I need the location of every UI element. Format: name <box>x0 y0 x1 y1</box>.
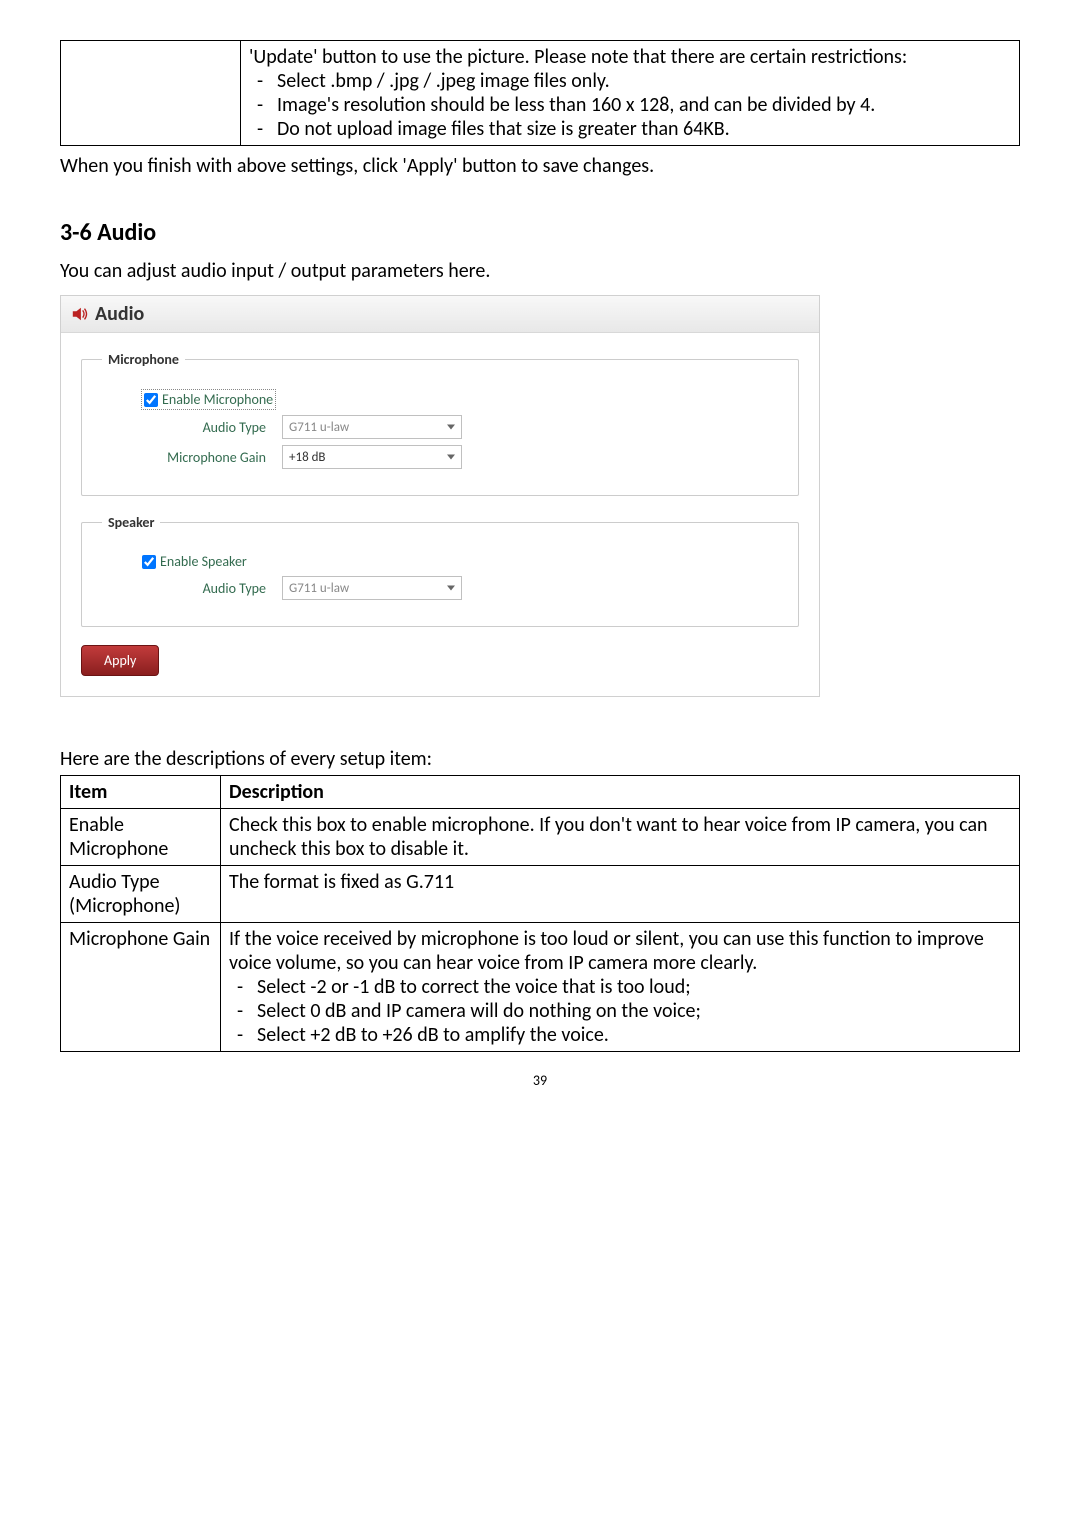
enable-speaker-checkbox-label[interactable]: Enable Speaker <box>142 553 247 570</box>
chevron-down-icon <box>447 455 455 460</box>
gain-bullet: Select -2 or -1 dB to correct the voice … <box>229 975 1011 999</box>
speaker-icon <box>71 305 89 323</box>
panel-body: Microphone Enable Microphone Audio Type … <box>61 333 819 696</box>
desc-item: Microphone Gain <box>61 923 221 1052</box>
mic-audio-type-value: G711 u-law <box>289 420 349 435</box>
mic-audio-type-label: Audio Type <box>102 419 282 436</box>
desc-text-line: If the voice received by microphone is t… <box>229 927 1011 975</box>
page-number: 39 <box>60 1072 1020 1089</box>
panel-header: Audio <box>61 296 819 333</box>
top-table-item-cell <box>61 41 241 146</box>
speaker-legend: Speaker <box>102 514 160 531</box>
section-intro: You can adjust audio input / output para… <box>60 259 1020 283</box>
top-table-desc-cell: 'Update' button to use the picture. Plea… <box>241 41 1020 146</box>
section-heading-audio: 3-6 Audio <box>60 218 1020 247</box>
upload-restrictions-table: 'Update' button to use the picture. Plea… <box>60 40 1020 146</box>
table-row: Microphone Gain If the voice received by… <box>61 923 1020 1052</box>
enable-speaker-text: Enable Speaker <box>160 553 247 570</box>
speaker-audio-type-value: G711 u-law <box>289 581 349 596</box>
desc-item: Audio Type (Microphone) <box>61 866 221 923</box>
enable-microphone-text: Enable Microphone <box>162 391 273 408</box>
microphone-legend: Microphone <box>102 351 185 368</box>
mic-audio-type-select[interactable]: G711 u-law <box>282 415 462 439</box>
enable-speaker-checkbox[interactable] <box>142 555 156 569</box>
speaker-group: Speaker Enable Speaker Audio Type G711 u… <box>81 514 799 627</box>
enable-microphone-checkbox[interactable] <box>144 393 158 407</box>
mic-gain-label: Microphone Gain <box>102 449 282 466</box>
apply-instruction-paragraph: When you finish with above settings, cli… <box>60 154 1020 178</box>
desc-header-item: Item <box>61 776 221 809</box>
table-row: Audio Type (Microphone) The format is fi… <box>61 866 1020 923</box>
top-table-bullet: Image's resolution should be less than 1… <box>249 93 1011 117</box>
gain-bullet: Select +2 dB to +26 dB to amplify the vo… <box>229 1023 1011 1047</box>
panel-title: Audio <box>95 302 144 326</box>
top-table-bullet: Select .bmp / .jpg / .jpeg image files o… <box>249 69 1011 93</box>
mic-gain-value: +18 dB <box>289 450 326 465</box>
desc-text: If the voice received by microphone is t… <box>221 923 1020 1052</box>
chevron-down-icon <box>447 425 455 430</box>
top-table-bullets: Select .bmp / .jpg / .jpeg image files o… <box>249 69 1011 141</box>
microphone-group: Microphone Enable Microphone Audio Type … <box>81 351 799 496</box>
setup-descriptions-table: Item Description Enable Microphone Check… <box>60 775 1020 1052</box>
gain-bullets: Select -2 or -1 dB to correct the voice … <box>229 975 1011 1047</box>
desc-text: Check this box to enable microphone. If … <box>221 809 1020 866</box>
audio-settings-panel: Audio Microphone Enable Microphone Audio… <box>60 295 820 697</box>
speaker-audio-type-label: Audio Type <box>102 580 282 597</box>
apply-button[interactable]: Apply <box>81 645 159 676</box>
desc-item: Enable Microphone <box>61 809 221 866</box>
descriptions-intro: Here are the descriptions of every setup… <box>60 747 1020 771</box>
chevron-down-icon <box>447 586 455 591</box>
top-table-bullet: Do not upload image files that size is g… <box>249 117 1011 141</box>
desc-text: The format is fixed as G.711 <box>221 866 1020 923</box>
table-row: Enable Microphone Check this box to enab… <box>61 809 1020 866</box>
desc-header-description: Description <box>221 776 1020 809</box>
mic-gain-select[interactable]: +18 dB <box>282 445 462 469</box>
enable-microphone-checkbox-label[interactable]: Enable Microphone <box>142 390 275 409</box>
top-table-desc-line: 'Update' button to use the picture. Plea… <box>249 45 1011 69</box>
speaker-audio-type-select[interactable]: G711 u-law <box>282 576 462 600</box>
gain-bullet: Select 0 dB and IP camera will do nothin… <box>229 999 1011 1023</box>
